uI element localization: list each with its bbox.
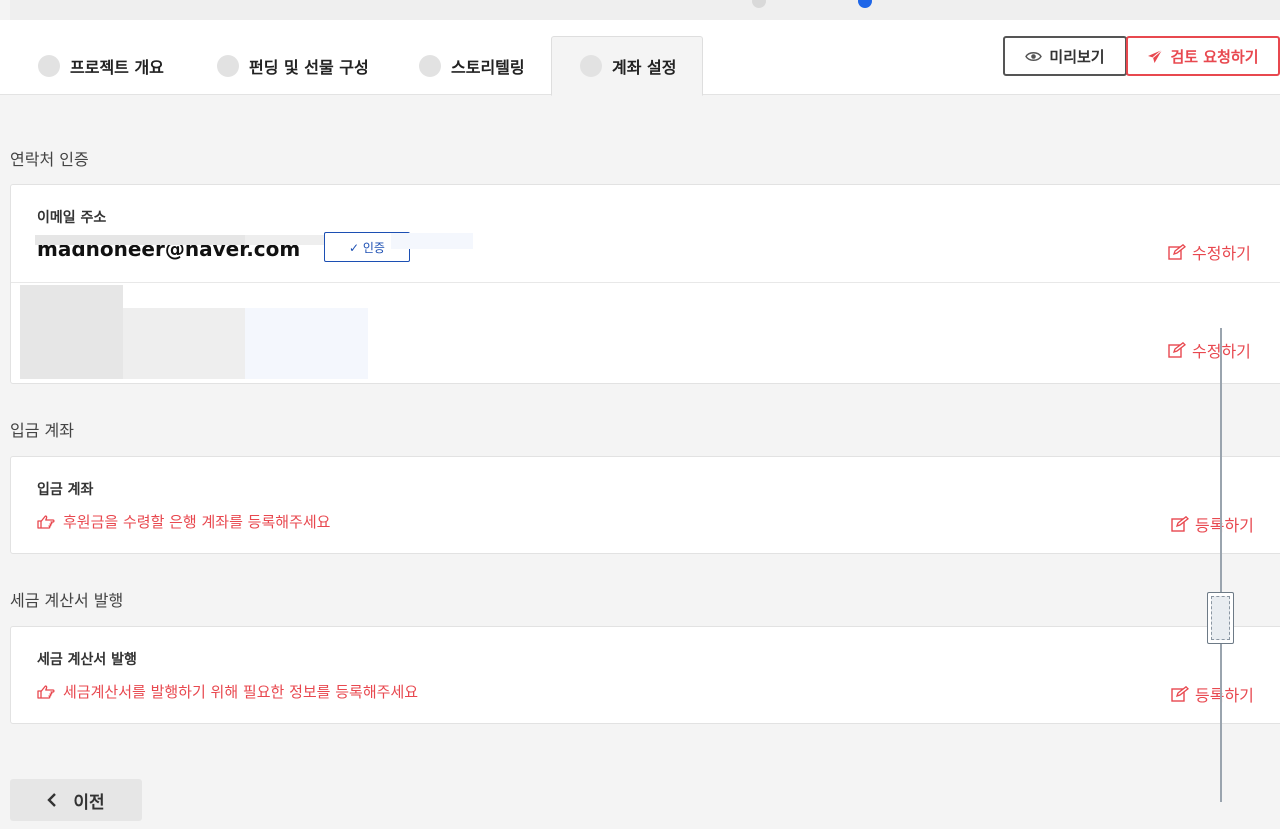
pointing-hand-icon	[37, 514, 55, 529]
edit-email-link[interactable]: 수정하기	[1168, 240, 1251, 264]
pointing-hand-icon	[37, 684, 55, 699]
redaction-overlay	[391, 233, 473, 249]
step-status-icon	[580, 55, 602, 77]
eye-icon	[1025, 51, 1043, 61]
section-title-tax: 세금 계산서 발행	[10, 591, 124, 610]
tab-account-settings[interactable]: 계좌 설정	[551, 36, 704, 96]
register-tax-link[interactable]: 등록하기	[1171, 682, 1254, 706]
tab-label: 프로젝트 개요	[70, 57, 164, 77]
redaction-overlay	[245, 235, 325, 245]
edit-icon	[1171, 516, 1189, 532]
chevron-left-icon	[47, 793, 57, 807]
request-review-button[interactable]: 검토 요청하기	[1126, 36, 1280, 76]
edit-icon	[1168, 342, 1186, 358]
deposit-hint-text: 후원금을 수령할 은행 계좌를 등록해주세요	[63, 513, 331, 531]
redaction-overlay	[123, 308, 245, 379]
register-deposit-link[interactable]: 등록하기	[1171, 512, 1254, 536]
editor-header: 프로젝트 개요 펀딩 및 선물 구성 스토리텔링 계좌 설정 미리보기 검토 요…	[0, 20, 1280, 96]
edit-label: 수정하기	[1192, 244, 1251, 263]
preview-label: 미리보기	[1049, 47, 1105, 66]
redaction-overlay	[35, 235, 245, 245]
deposit-label: 입금 계좌	[37, 482, 94, 498]
previous-label: 이전	[73, 792, 105, 813]
register-label: 등록하기	[1195, 516, 1254, 535]
redaction-overlay	[20, 285, 123, 379]
tab-project-overview[interactable]: 프로젝트 개요	[38, 36, 164, 95]
tab-label: 펀딩 및 선물 구성	[249, 57, 369, 77]
top-progress-strip	[10, 0, 1280, 20]
phone-row: 수정하기	[11, 283, 1280, 383]
deposit-card: 입금 계좌 후원금을 수령할 은행 계좌를 등록해주세요 등록하기	[10, 456, 1280, 554]
email-row: 이메일 주소 madnoneer@naver.com ✓ 인증 수정하기	[11, 185, 1280, 283]
step-status-icon	[217, 54, 239, 77]
scroll-track[interactable]	[1220, 328, 1222, 592]
edit-icon	[1168, 244, 1186, 260]
tab-label: 스토리텔링	[451, 57, 525, 77]
tab-funding-rewards[interactable]: 펀딩 및 선물 구성	[217, 36, 369, 95]
progress-dot-active	[858, 0, 872, 8]
section-title-contact: 연락처 인증	[10, 150, 89, 169]
tax-hint: 세금계산서를 발행하기 위해 필요한 정보를 등록해주세요	[37, 681, 418, 702]
tax-card: 세금 계산서 발행 세금계산서를 발행하기 위해 필요한 정보를 등록해주세요 …	[10, 626, 1280, 724]
progress-dot	[752, 0, 766, 8]
review-label: 검토 요청하기	[1170, 47, 1259, 66]
tax-label: 세금 계산서 발행	[37, 652, 137, 668]
redaction-overlay	[245, 308, 368, 379]
tab-storytelling[interactable]: 스토리텔링	[419, 36, 525, 95]
email-label: 이메일 주소	[37, 210, 107, 226]
section-title-deposit: 입금 계좌	[10, 421, 74, 440]
edit-icon	[1171, 686, 1189, 702]
step-status-icon	[38, 54, 60, 77]
scroll-grip-icon	[1211, 596, 1230, 640]
deposit-hint: 후원금을 수령할 은행 계좌를 등록해주세요	[37, 511, 330, 532]
paper-plane-icon	[1148, 49, 1163, 63]
contact-card: 이메일 주소 madnoneer@naver.com ✓ 인증 수정하기 수정하…	[10, 184, 1280, 384]
register-label: 등록하기	[1195, 686, 1254, 705]
preview-button[interactable]: 미리보기	[1003, 36, 1127, 76]
step-status-icon	[419, 54, 441, 77]
previous-button[interactable]: 이전	[10, 779, 142, 821]
tab-label: 계좌 설정	[612, 58, 677, 77]
scroll-handle[interactable]	[1207, 592, 1234, 644]
edit-phone-link[interactable]: 수정하기	[1168, 338, 1251, 362]
tax-hint-text: 세금계산서를 발행하기 위해 필요한 정보를 등록해주세요	[63, 683, 419, 701]
scroll-track[interactable]	[1220, 644, 1222, 802]
